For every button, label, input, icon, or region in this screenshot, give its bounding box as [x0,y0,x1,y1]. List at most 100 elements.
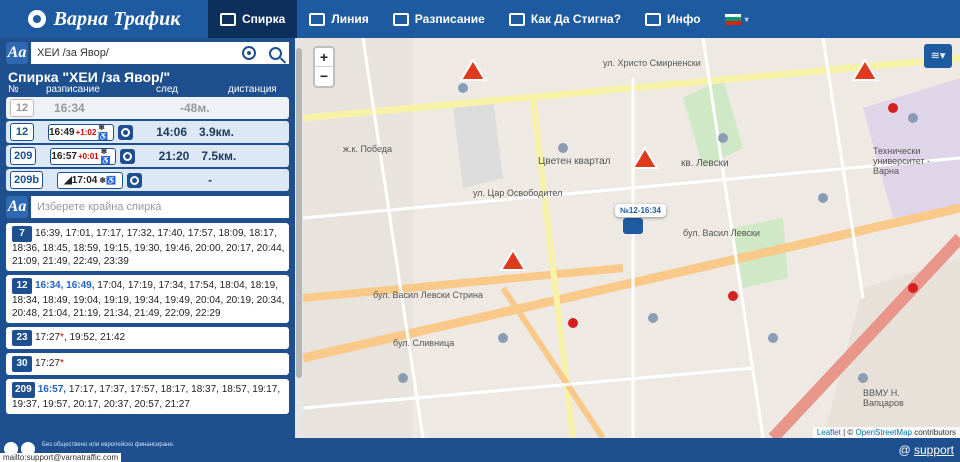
col-next: след [156,84,179,95]
arrival-time: 16:34 [54,101,85,115]
map-tiles [303,38,960,438]
line-badge[interactable]: 209 [12,382,35,398]
attribution-sep: | © [840,428,856,437]
logo[interactable]: Варна Трафик [0,0,208,38]
line-schedule-7[interactable]: 7 16:39, 17:01, 17:17, 17:32, 17:40, 17:5… [6,223,289,271]
delay: +0:01 [77,151,99,161]
zoom-control: + − [313,46,335,88]
track-bus-icon[interactable] [127,172,143,188]
distance: -48м. [180,101,210,115]
stop-search: Aa [6,41,289,65]
end-stop-search: Aa [6,195,289,219]
map-label: ул. Цар Освободител [473,188,563,198]
chevron-down-icon: ▾ [744,14,749,24]
times-tail: , 19:52, 21:42 [63,332,126,343]
line-badge[interactable]: 12 [10,123,34,141]
arrival-time: ◢17:04 [64,174,98,186]
stop-title: Спирка "ХЕИ /за Явор/" [8,69,171,85]
map-label: кв. Левски [681,158,729,169]
bulgarian-flag-icon [724,13,741,25]
line-badge[interactable]: 7 [12,226,32,242]
times: 17:27 [35,332,61,343]
line-badge[interactable]: 12 [12,278,32,294]
language-dropdown[interactable]: ▾ [713,0,761,38]
line-badge[interactable]: 12 [10,99,34,117]
arrival-time-button[interactable]: ◢17:04 ❄♿ [57,171,124,189]
keyboard-toggle-button[interactable]: Aa [6,42,28,64]
map-label: бул. Васил Левски Стрина [373,290,483,300]
line-badge[interactable]: 209b [10,171,44,189]
accessibility-icon: ❄♿ [100,147,111,165]
search-tools [235,42,289,64]
nav-route[interactable]: Как Да Стигна? [497,0,633,38]
arrival-time-button[interactable]: 16:57 +0:01 ❄♿ [50,147,117,165]
logo-text: Варна Трафик [53,7,181,30]
nav-route-label: Как Да Стигна? [530,12,622,26]
footer: Без обществено или европейско финансиран… [0,438,960,462]
zoom-out-button[interactable]: − [315,67,333,86]
map[interactable]: ул. Христо Смирненски ж.к. Победа Цветен… [303,38,960,438]
support-link[interactable]: @ support [898,443,954,457]
times: 17:27 [35,358,61,369]
scrollbar-thumb[interactable] [296,48,302,378]
line-badge[interactable]: 30 [12,356,32,372]
table-header: № разписание след дистанция [0,85,295,95]
map-label: ул. Христо Смирненски [603,58,701,68]
nav-info[interactable]: Инфо [633,0,713,38]
nav-line[interactable]: Линия [297,0,380,38]
map-label: Технически университет - Варна [873,146,931,176]
accessibility-icon: ❄♿ [99,175,117,185]
arrival-time: 16:57 [51,150,77,162]
top-navbar: Варна Трафик Спирка Линия Разписание Как… [0,0,960,38]
times: 16:39, 17:01, 17:17, 17:32, 17:40, 17:57… [12,228,285,267]
locate-icon[interactable] [241,46,256,60]
line-schedule-12[interactable]: 12 16:34, 16:49, 17:04, 17:19, 17:34, 17:… [6,275,289,323]
nav-stop[interactable]: Спирка [208,0,298,38]
bus-tooltip: №12-16:34 [615,204,666,217]
highlighted-times: 16:34, 16:49, [35,280,95,291]
line-badge[interactable]: 209 [10,147,37,165]
accessibility-icon: ❄♿ [98,123,109,141]
line-schedule-23[interactable]: 23 17:27*, 19:52, 21:42 [6,327,289,349]
arrival-row[interactable]: 209b ◢17:04 ❄♿ - [6,169,289,191]
arrival-row[interactable]: 12 16:34 -48м. [6,97,289,119]
end-stop-input[interactable] [31,196,289,218]
col-schedule: разписание [46,84,100,95]
delay: +1:02 [75,127,97,137]
nav-schedule-label: Разписание [414,12,485,26]
track-bus-icon[interactable] [120,148,136,164]
arrival-time: 16:49 [49,126,75,138]
line-schedule-30[interactable]: 30 17:27* [6,353,289,375]
search-icon[interactable] [269,46,283,60]
track-bus-icon[interactable] [118,124,133,140]
leaflet-link[interactable]: Leaflet [817,428,841,437]
bus-stop-icon [220,12,236,26]
bus-icon [309,12,326,26]
line-badge[interactable]: 23 [12,330,32,346]
arrival-time-button[interactable]: 16:49 +1:02 ❄♿ [48,123,114,141]
layers-button[interactable]: ≋▾ [924,44,952,68]
map-label: бул. Сливница [393,338,455,348]
nav-schedule[interactable]: Разписание [381,0,497,38]
map-label: ВВМУ Н. Вапцаров [863,388,904,408]
col-number: № [8,84,19,95]
arrival-row[interactable]: 209 16:57 +0:01 ❄♿ 21:20 7.5км. [6,145,289,167]
stop-search-input[interactable] [31,42,235,64]
distance: 3.9км. [199,125,234,139]
keyboard-toggle-button[interactable]: Aa [6,196,28,218]
logo-icon [27,10,46,28]
funding-note: Без обществено или европейско финансиран… [42,442,175,448]
support-prefix: @ [898,443,914,457]
attribution-tail: contributors [911,428,956,437]
line-schedule-209[interactable]: 209 16:57, 17:17, 17:37, 17:57, 18:17, 18… [6,379,289,414]
map-label: бул. Васил Левски [683,228,760,238]
panel-scrollbar[interactable] [295,38,303,438]
osm-link[interactable]: OpenStreetMap [855,428,911,437]
zoom-in-button[interactable]: + [315,48,333,67]
arrival-row[interactable]: 12 16:49 +1:02 ❄♿ 14:06 3.9км. [6,121,289,143]
distance: - [208,173,213,187]
info-icon [645,12,662,26]
star-mark: * [60,358,64,369]
nav-info-label: Инфо [667,12,701,26]
calendar-icon [392,12,409,26]
